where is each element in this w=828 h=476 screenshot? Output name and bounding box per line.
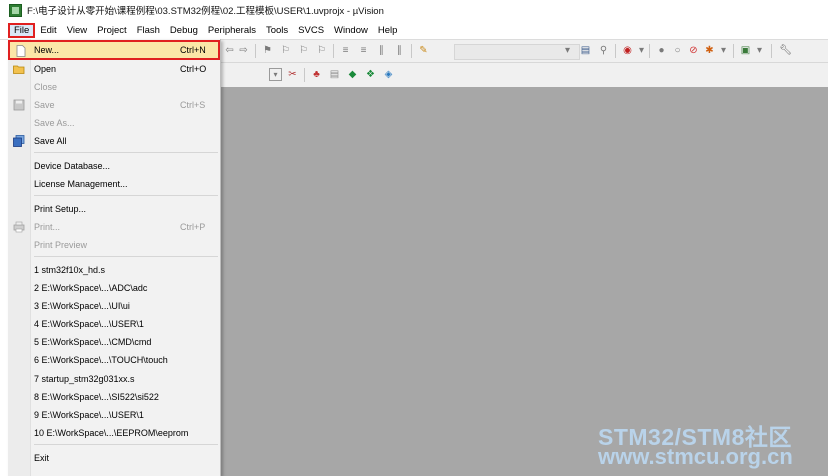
recent-file-item[interactable]: 10 E:\WorkSpace\...\EEPROM\eeprom [8, 424, 220, 442]
find-icon[interactable]: ▤ [579, 44, 592, 57]
recent-file-item[interactable]: 6 E:\WorkSpace\...\TOUCH\touch [8, 351, 220, 369]
bookmark-clear-icon[interactable]: ⚐ [315, 44, 328, 57]
recent-file-item[interactable]: 3 E:\WorkSpace\...\UI\ui [8, 297, 220, 315]
menu-item-license-management[interactable]: License Management... [8, 175, 220, 193]
recent-file-item[interactable]: 4 E:\WorkSpace\...\USER\1 [8, 315, 220, 333]
toolbar-separator [615, 44, 616, 58]
menu-separator [34, 256, 218, 257]
menu-item-close[interactable]: Close [8, 78, 220, 96]
menu-item-print[interactable]: Print... Ctrl+P [8, 218, 220, 236]
comment-icon[interactable]: ∥ [375, 44, 388, 57]
window-layout-dropdown-icon[interactable]: ▾ [753, 44, 766, 57]
navigate-forward-icon[interactable]: ⇨ [237, 44, 250, 57]
breakpoint-enable-icon[interactable]: ○ [671, 44, 684, 57]
menu-debug[interactable]: Debug [165, 23, 203, 38]
breakpoint-dropdown-icon[interactable]: ▾ [717, 44, 730, 57]
find-in-files-icon[interactable]: ✎ [417, 44, 430, 57]
menu-tools[interactable]: Tools [261, 23, 293, 38]
bookmark-next-icon[interactable]: ⚐ [297, 44, 310, 57]
breakpoint-insert-icon[interactable]: ● [655, 44, 668, 57]
uncomment-icon[interactable]: ∥ [393, 44, 406, 57]
debug-dropdown-icon[interactable]: ▾ [635, 44, 648, 57]
recent-file-item[interactable]: 8 E:\WorkSpace\...\SI522\si522 [8, 388, 220, 406]
toolbar-build: ▾ ✂ ♣ ▤ ◆ ❖ ◈ [221, 63, 828, 88]
find-dropdown-icon[interactable]: ▾ [561, 44, 574, 57]
manage-project-items-icon[interactable]: ♣ [310, 68, 323, 81]
navigate-back-icon[interactable]: ⇦ [223, 44, 236, 57]
open-folder-icon [13, 65, 25, 74]
pack-installer-icon[interactable]: ◆ [346, 68, 359, 81]
menu-separator [34, 152, 218, 153]
menu-item-print-preview[interactable]: Print Preview [8, 236, 220, 254]
menu-item-device-database[interactable]: Device Database... [8, 157, 220, 175]
uvision-app-icon [9, 3, 22, 17]
recent-file-item[interactable]: 2 E:\WorkSpace\...\ADC\adc [8, 279, 220, 297]
configure-icon[interactable]: 🔧︎ [779, 44, 792, 57]
file-menu-dropdown: New... Ctrl+N Open Ctrl+O Close Save Ctr… [8, 39, 221, 476]
breakpoint-disable-all-icon[interactable]: ⊘ [687, 44, 700, 57]
menu-window[interactable]: Window [329, 23, 373, 38]
menu-bar: File Edit View Project Flash Debug Perip… [0, 22, 828, 40]
new-file-icon [16, 45, 26, 57]
printer-icon [13, 221, 25, 233]
recent-file-item[interactable]: 7 startup_stm32g031xx.s [8, 370, 220, 388]
recent-file-item[interactable]: 1 stm32f10x_hd.s [8, 261, 220, 279]
menu-svcs[interactable]: SVCS [293, 23, 329, 38]
breakpoint-kill-all-icon[interactable]: ✱ [703, 44, 716, 57]
unindent-icon[interactable]: ≡ [357, 44, 370, 57]
toolbar-file: ⇦ ⇨ ⚑ ⚐ ⚐ ⚐ ≡ ≡ ∥ ∥ ✎ ▾ ▤ ⚲ ◉ ▾ ● ○ ⊘ ✱ … [221, 40, 828, 63]
menu-edit[interactable]: Edit [35, 23, 61, 38]
bookmark-previous-icon[interactable]: ⚐ [279, 44, 292, 57]
window-layout-icon[interactable]: ▣ [739, 44, 752, 57]
menu-item-exit[interactable]: Exit [8, 449, 220, 467]
menu-item-print-setup[interactable]: Print Setup... [8, 200, 220, 218]
toolbar-separator [733, 44, 734, 58]
toolbar-separator [333, 44, 334, 58]
recent-file-item[interactable]: 5 E:\WorkSpace\...\CMD\cmd [8, 333, 220, 351]
menu-file[interactable]: File [8, 23, 36, 38]
incremental-find-icon[interactable]: ⚲ [597, 44, 610, 57]
menu-item-save[interactable]: Save Ctrl+S [8, 96, 220, 114]
window-title: F:\电子设计从零开始\课程例程\03.STM32例程\02.工程模板\USER… [27, 6, 384, 17]
target-dropdown-icon[interactable]: ▾ [269, 68, 282, 81]
menu-flash[interactable]: Flash [132, 23, 165, 38]
select-software-packs-icon[interactable]: ◈ [382, 68, 395, 81]
menu-separator [34, 444, 218, 445]
title-bar: F:\电子设计从零开始\课程例程\03.STM32例程\02.工程模板\USER… [0, 0, 828, 20]
menu-view[interactable]: View [62, 23, 92, 38]
menu-item-open[interactable]: Open Ctrl+O [8, 60, 220, 78]
menu-help[interactable]: Help [373, 23, 403, 38]
save-disk-icon [13, 99, 25, 111]
indent-icon[interactable]: ≡ [339, 44, 352, 57]
recent-file-item[interactable]: 9 E:\WorkSpace\...\USER\1 [8, 406, 220, 424]
toolbar-separator [771, 44, 772, 58]
save-all-icon [13, 135, 25, 147]
toolbar-separator [304, 68, 305, 82]
toolbar-separator [255, 44, 256, 58]
menu-project[interactable]: Project [92, 23, 132, 38]
run-time-environment-icon[interactable]: ❖ [364, 68, 377, 81]
toolbar-separator [411, 44, 412, 58]
menu-separator [34, 195, 218, 196]
menu-item-save-all[interactable]: Save All [8, 132, 220, 150]
menu-peripherals[interactable]: Peripherals [203, 23, 261, 38]
target-options-icon[interactable]: ✂ [286, 68, 299, 81]
debug-session-icon[interactable]: ◉ [621, 44, 634, 57]
menu-item-new[interactable]: New... Ctrl+N [8, 40, 220, 60]
toolbar-separator [649, 44, 650, 58]
file-extensions-icon[interactable]: ▤ [328, 68, 341, 81]
bookmark-toggle-icon[interactable]: ⚑ [261, 44, 274, 57]
menu-item-save-as[interactable]: Save As... [8, 114, 220, 132]
watermark-url: www.stmcu.org.cn [598, 444, 793, 469]
